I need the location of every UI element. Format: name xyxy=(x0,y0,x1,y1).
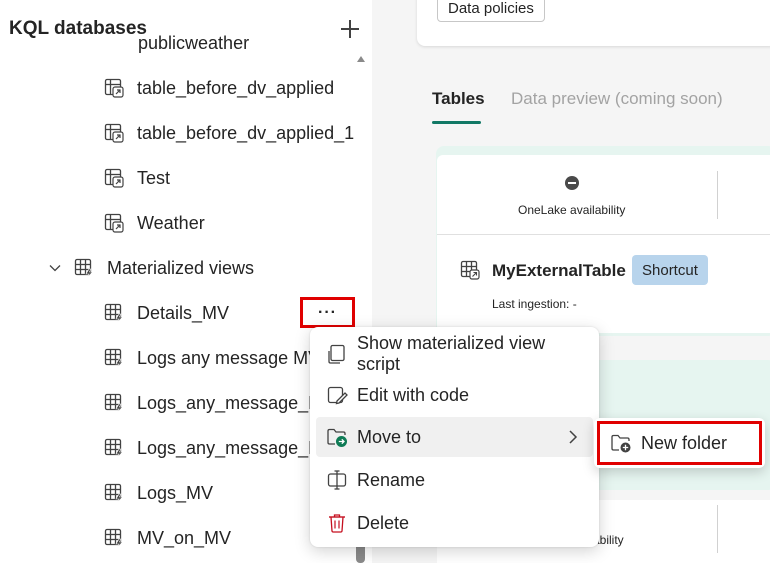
tree-item-materialized-view[interactable]: Logs_any_message_MV xyxy=(104,428,335,468)
table-shortcut-icon xyxy=(104,78,124,98)
chevron-down-icon[interactable] xyxy=(48,261,62,275)
external-table-name[interactable]: MyExternalTable xyxy=(492,261,626,281)
column-divider xyxy=(717,505,718,553)
tree-item-label: Logs any message MV xyxy=(137,347,321,368)
tree-item-label: Test xyxy=(137,167,171,188)
menu-item-edit-with-code[interactable]: Edit with code xyxy=(316,375,593,415)
tree-item-label: Logs_MV xyxy=(137,482,214,503)
materialized-view-group-icon xyxy=(74,258,94,278)
tree-item-materialized-view[interactable]: Logs_any_message_MV xyxy=(104,383,335,423)
rename-icon xyxy=(327,470,347,490)
scroll-up-icon[interactable] xyxy=(357,56,365,62)
onelake-status-icon xyxy=(565,176,579,190)
menu-item-move-to[interactable]: Move to xyxy=(316,417,593,457)
context-menu: Show materialized view script Edit with … xyxy=(310,327,599,547)
menu-item-show-script[interactable]: Show materialized view script xyxy=(316,333,593,374)
active-tab-indicator xyxy=(432,121,481,124)
materialized-view-icon xyxy=(104,393,124,413)
materialized-view-icon xyxy=(104,303,124,323)
table-card[interactable] xyxy=(437,155,770,333)
tree-item-clipped[interactable]: publicweather xyxy=(104,34,249,54)
tree-group-materialized-views[interactable]: Materialized views xyxy=(48,248,254,288)
tree-item-label: Weather xyxy=(137,212,205,233)
tree-item-materialized-view[interactable]: Logs_MV xyxy=(104,473,213,513)
tree-item-label: table_before_dv_applied_1 xyxy=(137,122,355,143)
column-divider xyxy=(717,171,718,219)
menu-item-rename[interactable]: Rename xyxy=(316,460,593,500)
delete-icon xyxy=(329,514,345,533)
tree-item-table[interactable]: table_before_dv_applied_1 xyxy=(104,113,354,153)
tree-item-materialized-view[interactable]: Details_MV xyxy=(104,293,229,333)
tree-item-label: Logs_any_message_MV xyxy=(137,392,336,413)
tree-item-table[interactable]: Weather xyxy=(104,203,205,243)
table-shortcut-icon xyxy=(104,213,124,233)
tree-item-label: Logs_any_message_MV xyxy=(137,437,336,458)
clipped-item-label: publicweather xyxy=(138,34,250,53)
new-folder-menu-item[interactable]: New folder xyxy=(597,421,762,465)
table-shortcut-icon xyxy=(104,123,124,143)
edit-code-icon xyxy=(327,386,348,405)
materialized-view-icon xyxy=(104,348,124,368)
data-policies-button[interactable]: Data policies xyxy=(437,0,545,22)
menu-item-delete[interactable]: Delete xyxy=(316,503,593,543)
menu-item-label: Rename xyxy=(357,469,426,490)
more-options-button[interactable]: ··· xyxy=(300,297,355,328)
tree-group-label: Materialized views xyxy=(107,257,255,278)
row-divider xyxy=(437,234,770,235)
tree-item-label: MV_on_MV xyxy=(137,527,232,548)
materialized-view-icon xyxy=(104,438,124,458)
tree-item-table[interactable]: Test xyxy=(104,158,170,198)
tree-item-label: table_before_dv_applied xyxy=(137,77,335,98)
table-shortcut-icon xyxy=(104,168,124,188)
tree-item-label: Details_MV xyxy=(137,302,230,323)
materialized-view-icon xyxy=(104,528,124,548)
new-folder-icon xyxy=(611,434,631,453)
menu-item-label: Move to xyxy=(357,426,422,447)
script-icon xyxy=(328,344,345,364)
move-folder-icon xyxy=(327,428,347,447)
tree-item-table[interactable]: table_before_dv_applied xyxy=(104,68,334,108)
menu-item-label: Show materialized view script xyxy=(357,333,546,374)
add-icon[interactable] xyxy=(338,16,362,42)
onelake-availability-label: OneLake availability xyxy=(518,203,626,217)
tab-tables[interactable]: Tables xyxy=(432,89,485,109)
materialized-view-icon xyxy=(104,483,124,503)
menu-item-label: Delete xyxy=(357,512,410,533)
menu-item-label: Edit with code xyxy=(357,384,470,405)
external-table-icon xyxy=(460,260,480,280)
last-ingestion-label: Last ingestion: - xyxy=(492,297,577,311)
chevron-right-icon xyxy=(569,430,578,444)
new-folder-label: New folder xyxy=(641,432,728,453)
tree-item-materialized-view[interactable]: MV_on_MV xyxy=(104,518,231,558)
tab-data-preview[interactable]: Data preview (coming soon) xyxy=(511,89,723,109)
shortcut-badge: Shortcut xyxy=(632,255,708,285)
tree-item-materialized-view[interactable]: Logs any message MV xyxy=(104,338,320,378)
